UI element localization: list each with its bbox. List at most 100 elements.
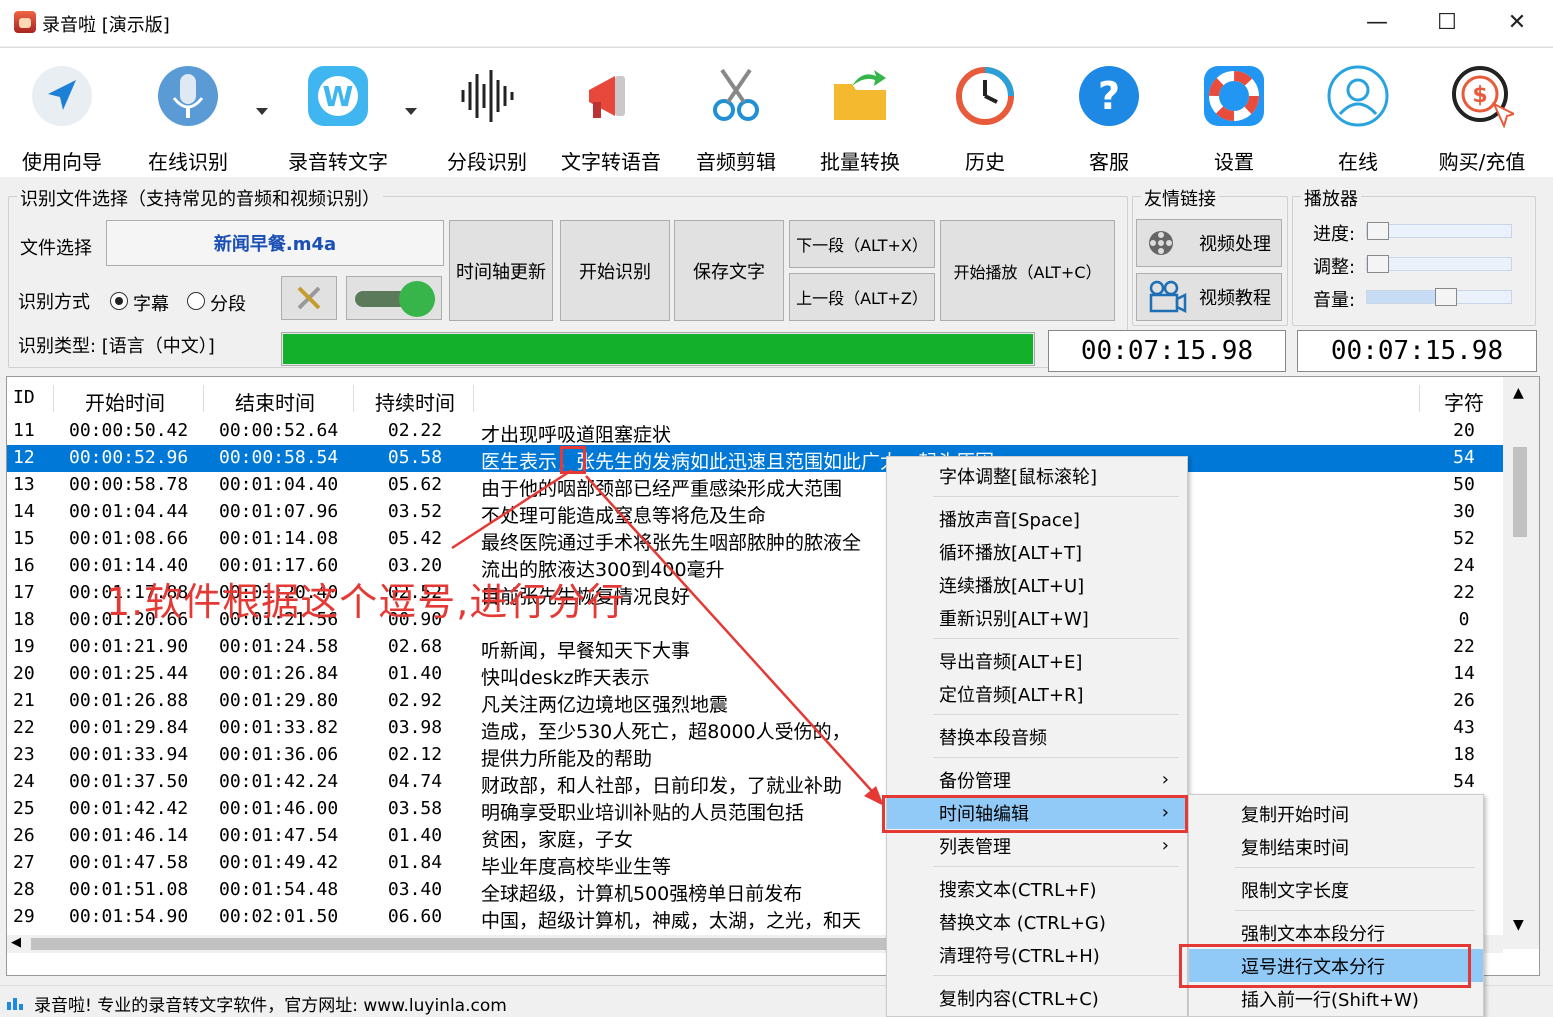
tool-guide-button[interactable]: 使用向导 [2,58,122,176]
row-end-time: 00:01:54.48 [219,879,339,900]
menu-item[interactable]: 替换文本 (CTRL+G) [887,905,1187,938]
player-progress-slider[interactable] [1366,222,1512,240]
tool-purchase-button[interactable]: $ 购买/充值 [1422,58,1542,176]
prev-segment-button[interactable]: 上一段（ALT+Z） [789,273,935,321]
next-segment-button[interactable]: 下一段（ALT+X） [789,220,935,268]
row-start-time: 00:00:52.96 [69,447,189,468]
menu-item[interactable]: 复制开始时间 [1189,797,1483,830]
context-menu: 字体调整[鼠标滚轮] 播放声音[Space] 循环播放[ALT+T] 连续播放[ALT… [886,456,1188,1017]
megaphone-icon [589,76,625,118]
table-row[interactable]: 14 00:01:04.44 00:01:07.96 03.52 不处理可能造成窒息等将… [7,499,1503,527]
recog-mode-label: 识别方式 [18,292,90,313]
tool-audio-to-text-button[interactable]: W 录音转文字 [278,58,398,176]
table-row[interactable]: 12 00:00:52.96 00:00:58.54 05.58 医生表示，张先生的发病… [7,445,1503,473]
tool-segment-recog-button[interactable]: 分段识别 [427,58,547,176]
menu-separator [933,638,1179,639]
timeline-update-button[interactable]: 时间轴更新 [449,220,553,321]
row-id: 14 [13,501,35,522]
minimize-button[interactable]: — [1342,0,1412,46]
menu-item[interactable]: 连续播放[ALT+U] [887,568,1187,601]
row-id: 25 [13,798,35,819]
menu-item[interactable]: 导出音频[ALT+E] [887,644,1187,677]
row-duration: 03.58 [387,798,443,819]
tool-online-button[interactable]: 在线 [1298,58,1418,176]
row-id: 22 [13,717,35,738]
table-row[interactable]: 13 00:00:58.78 00:01:04.40 05.62 由于他的咽部颈部已经严… [7,472,1503,500]
row-duration: 02.92 [387,690,443,711]
scroll-up-icon[interactable]: ▲ [1513,385,1524,401]
player-volume-slider[interactable] [1366,288,1512,306]
scroll-down-icon[interactable]: ▼ [1513,917,1524,933]
tools-button[interactable] [281,276,337,320]
table-row[interactable]: 24 00:01:37.50 00:01:42.24 04.74 财政部，和人社部，日前… [7,769,1503,797]
video-tutorial-button[interactable]: 视频教程 [1136,273,1282,321]
table-row[interactable]: 22 00:01:29.84 00:01:33.82 03.98 造成，至少530人死亡… [7,715,1503,743]
audio-to-text-dropdown-icon[interactable] [405,108,417,115]
header-chars[interactable]: 字符 [1425,387,1503,416]
slider-thumb[interactable] [1367,255,1389,273]
tool-history-button[interactable]: 历史 [925,58,1045,176]
tool-text-to-speech-button[interactable]: 文字转语音 [551,58,671,176]
tool-batch-convert-button[interactable]: 批量转换 [800,58,920,176]
table-row[interactable]: 15 00:01:08.66 00:01:14.08 05.42 最终医院通过手术将张先… [7,526,1503,554]
menu-item[interactable]: 替换本段音频 [887,720,1187,753]
toggle-switch[interactable] [346,276,442,320]
row-chars: 52 [1453,528,1475,549]
tool-label: 文字转语音 [561,150,661,174]
table-row[interactable]: 23 00:01:33.94 00:01:36.06 02.12 提供力所能及的帮助 18 [7,742,1503,770]
start-recog-button[interactable]: 开始识别 [560,220,670,321]
header-id[interactable]: ID [13,387,53,408]
start-play-button[interactable]: 开始播放（ALT+C） [940,220,1115,321]
tool-audio-edit-button[interactable]: 音频剪辑 [676,58,796,176]
menu-item[interactable]: 清理符号(CTRL+H) [887,938,1187,971]
menu-item[interactable]: 循环播放[ALT+T] [887,535,1187,568]
horizontal-scroll-thumb[interactable] [31,938,891,950]
menu-separator [933,714,1179,715]
table-row[interactable]: 20 00:01:25.44 00:01:26.84 01.40 快叫deskz昨天表示… [7,661,1503,689]
menu-item[interactable]: 重新识别[ALT+W] [887,601,1187,634]
table-row[interactable]: 21 00:01:26.88 00:01:29.80 02.92 凡关注两亿边境地区强烈… [7,688,1503,716]
menu-item[interactable]: 备份管理 › [887,763,1187,796]
menu-item[interactable]: 限制文字长度 [1189,873,1483,906]
file-select-button[interactable]: 新闻早餐.m4a [106,220,444,266]
maximize-button[interactable]: ☐ [1412,0,1482,46]
row-end-time: 00:01:36.06 [219,744,339,765]
tool-online-recog-button[interactable]: 在线识别 [128,58,248,176]
slider-thumb[interactable] [1435,288,1458,306]
timeline-edit-highlight-box [882,795,1188,833]
row-end-time: 00:01:49.42 [219,852,339,873]
list-vertical-scrollbar[interactable]: ▲ ▼ [1503,377,1539,949]
mode-segment-radio[interactable] [187,292,205,310]
player-adjust-slider[interactable] [1366,255,1512,273]
table-row[interactable]: 19 00:01:21.90 00:01:24.58 02.68 听新闻，早餐知天下大事… [7,634,1503,662]
video-process-button[interactable]: 视频处理 [1136,219,1282,267]
menu-separator [933,975,1179,976]
header-duration[interactable]: 持续时间 [355,387,475,416]
close-button[interactable]: ✕ [1482,0,1552,46]
tool-settings-button[interactable]: 设置 [1174,58,1294,176]
menu-item[interactable]: 复制结束时间 [1189,830,1483,863]
submenu-arrow-icon: › [1161,769,1169,790]
app-window: 录音啦 [演示版] — ☐ ✕ 使用向导 在线识别 W 录音转文字 分段识别 文… [0,0,1553,1017]
header-end[interactable]: 结束时间 [235,387,375,416]
header-start[interactable]: 开始时间 [85,387,225,416]
row-end-time: 00:01:47.54 [219,825,339,846]
tool-support-button[interactable]: ? 客服 [1049,58,1169,176]
mode-subtitle-radio[interactable] [110,292,128,310]
row-start-time: 00:01:47.58 [69,852,189,873]
menu-item[interactable]: 定位音频[ALT+R] [887,677,1187,710]
row-duration: 01.40 [387,663,443,684]
menu-item[interactable]: 复制内容(CTRL+C) [887,981,1187,1014]
row-duration: 01.84 [387,852,443,873]
menu-item[interactable]: 播放声音[Space] [887,502,1187,535]
row-duration: 04.74 [387,771,443,792]
menu-item[interactable]: 搜索文本(CTRL+F) [887,872,1187,905]
slider-thumb[interactable] [1367,222,1389,240]
menu-item[interactable]: 字体调整[鼠标滚轮] [887,459,1187,492]
online-recog-dropdown-icon[interactable] [256,108,268,115]
menu-item[interactable]: 列表管理 › [887,829,1187,862]
scroll-left-icon[interactable]: ◀ [11,935,21,950]
save-text-button[interactable]: 保存文字 [674,220,784,321]
table-row[interactable]: 11 00:00:50.42 00:00:52.64 02.22 才出现呼吸道阻塞症状 2… [7,418,1503,446]
vertical-scroll-thumb[interactable] [1513,447,1527,537]
